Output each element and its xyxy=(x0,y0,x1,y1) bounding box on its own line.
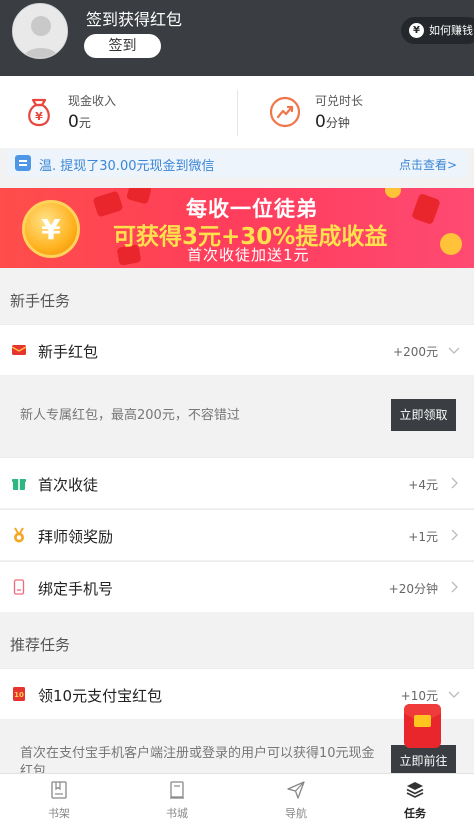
task-reward: +20分钟 xyxy=(388,582,438,596)
task-row-first-apprentice[interactable]: 首次收徒 +4元 xyxy=(0,457,474,508)
red-envelope-decoration xyxy=(126,188,152,205)
medal-icon xyxy=(14,527,24,543)
withdraw-notice[interactable]: 温. 提现了30.00元现金到微信 点击查看> xyxy=(7,150,467,177)
gift-icon xyxy=(12,479,26,490)
tab-bookshelf[interactable]: 书架 xyxy=(0,774,118,822)
section-header-recommended: 推荐任务 xyxy=(0,617,474,669)
floating-red-packet-icon[interactable] xyxy=(403,703,442,749)
navigation-icon xyxy=(287,781,305,799)
task-label: 首次收徒 xyxy=(38,476,99,494)
red-envelope-decoration xyxy=(411,193,441,225)
invite-banner[interactable]: ¥ 每收一位徒弟 可获得3元+30%提成收益 首次收徒加送1元 xyxy=(0,188,474,268)
chevron-down-icon xyxy=(448,347,460,354)
task-reward: +1元 xyxy=(408,530,438,544)
avatar[interactable] xyxy=(12,3,68,59)
yen-icon: ¥ xyxy=(409,23,424,38)
gold-coin-icon: ¥ xyxy=(22,200,80,258)
task-label: 领10元支付宝红包 xyxy=(38,687,163,705)
redeemable-time-value: 0分钟 xyxy=(315,112,350,132)
cash-income-value: 0元 xyxy=(68,112,91,132)
task-description: 新人专属红包，最高200元，不容错过 xyxy=(20,408,240,423)
page-title: 签到获得红包 xyxy=(86,10,183,29)
header: 签到获得红包 签到 ¥ 如何赚钱 xyxy=(0,0,474,76)
bookstore-icon xyxy=(170,781,184,799)
alipay-envelope-icon: 10 xyxy=(13,687,25,701)
bookshelf-icon xyxy=(51,781,67,799)
tab-navigation[interactable]: 导航 xyxy=(237,774,355,822)
task-reward: +4元 xyxy=(408,478,438,492)
tab-label: 任务 xyxy=(404,807,426,820)
section-header-newbie: 新手任务 xyxy=(0,273,474,325)
how-to-earn-label: 如何赚钱 xyxy=(429,24,473,37)
task-detail-newbie-redpack: 新人专属红包，最高200元，不容错过 立即领取 xyxy=(0,375,474,457)
task-row-bind-phone[interactable]: 绑定手机号 +20分钟 xyxy=(0,561,474,612)
task-reward: +10元 xyxy=(400,689,438,703)
svg-text:¥: ¥ xyxy=(35,110,43,123)
red-envelope-icon xyxy=(11,345,27,355)
phone-icon xyxy=(13,579,25,595)
coin-decoration xyxy=(440,233,462,255)
task-label: 拜师领奖励 xyxy=(38,528,114,546)
task-description: 首次在支付宝手机客户端注册或登录的用户可以获得10元现金红包 xyxy=(20,746,375,773)
go-now-button[interactable]: 立即前往 xyxy=(391,745,456,773)
tab-label: 导航 xyxy=(285,807,307,820)
chevron-right-icon xyxy=(451,529,458,541)
task-label: 新手红包 xyxy=(38,343,99,361)
task-row-newbie-redpack[interactable]: 新手红包 +200元 xyxy=(0,324,474,375)
checkin-button[interactable]: 签到 xyxy=(84,34,161,58)
task-reward: +200元 xyxy=(393,345,438,359)
tab-label: 书架 xyxy=(48,807,70,820)
bottom-tab-bar: 书架 书城 导航 任务 xyxy=(0,773,474,822)
svg-text:10: 10 xyxy=(14,691,24,699)
redeemable-time-label: 可兑时长 xyxy=(315,94,364,108)
cash-income-label: 现金收入 xyxy=(68,94,117,108)
notice-text: 温. 提现了30.00元现金到微信 xyxy=(39,159,215,174)
how-to-earn-button[interactable]: ¥ 如何赚钱 xyxy=(401,17,474,44)
tab-bookstore[interactable]: 书城 xyxy=(118,774,236,822)
divider xyxy=(237,90,238,136)
tasks-icon xyxy=(406,782,424,798)
user-silhouette-icon xyxy=(13,4,67,58)
chevron-right-icon xyxy=(451,477,458,489)
trend-up-icon xyxy=(269,96,301,128)
red-envelope-decoration xyxy=(92,190,124,218)
banner-bonus: 首次收徒加送1元 xyxy=(187,246,310,264)
tab-tasks[interactable]: 任务 xyxy=(356,774,474,822)
task-row-mentor-reward[interactable]: 拜师领奖励 +1元 xyxy=(0,509,474,560)
task-label: 绑定手机号 xyxy=(38,580,114,598)
coin-decoration xyxy=(385,188,401,198)
notice-icon xyxy=(15,155,31,171)
earnings-stats: ¥ 现金收入 0元 可兑时长 0分钟 xyxy=(0,76,474,148)
chevron-right-icon xyxy=(451,581,458,593)
view-details-link[interactable]: 点击查看> xyxy=(399,156,457,173)
claim-now-button[interactable]: 立即领取 xyxy=(391,399,456,431)
money-bag-icon: ¥ xyxy=(28,98,50,127)
tab-label: 书城 xyxy=(166,807,188,820)
chevron-down-icon xyxy=(448,691,460,698)
